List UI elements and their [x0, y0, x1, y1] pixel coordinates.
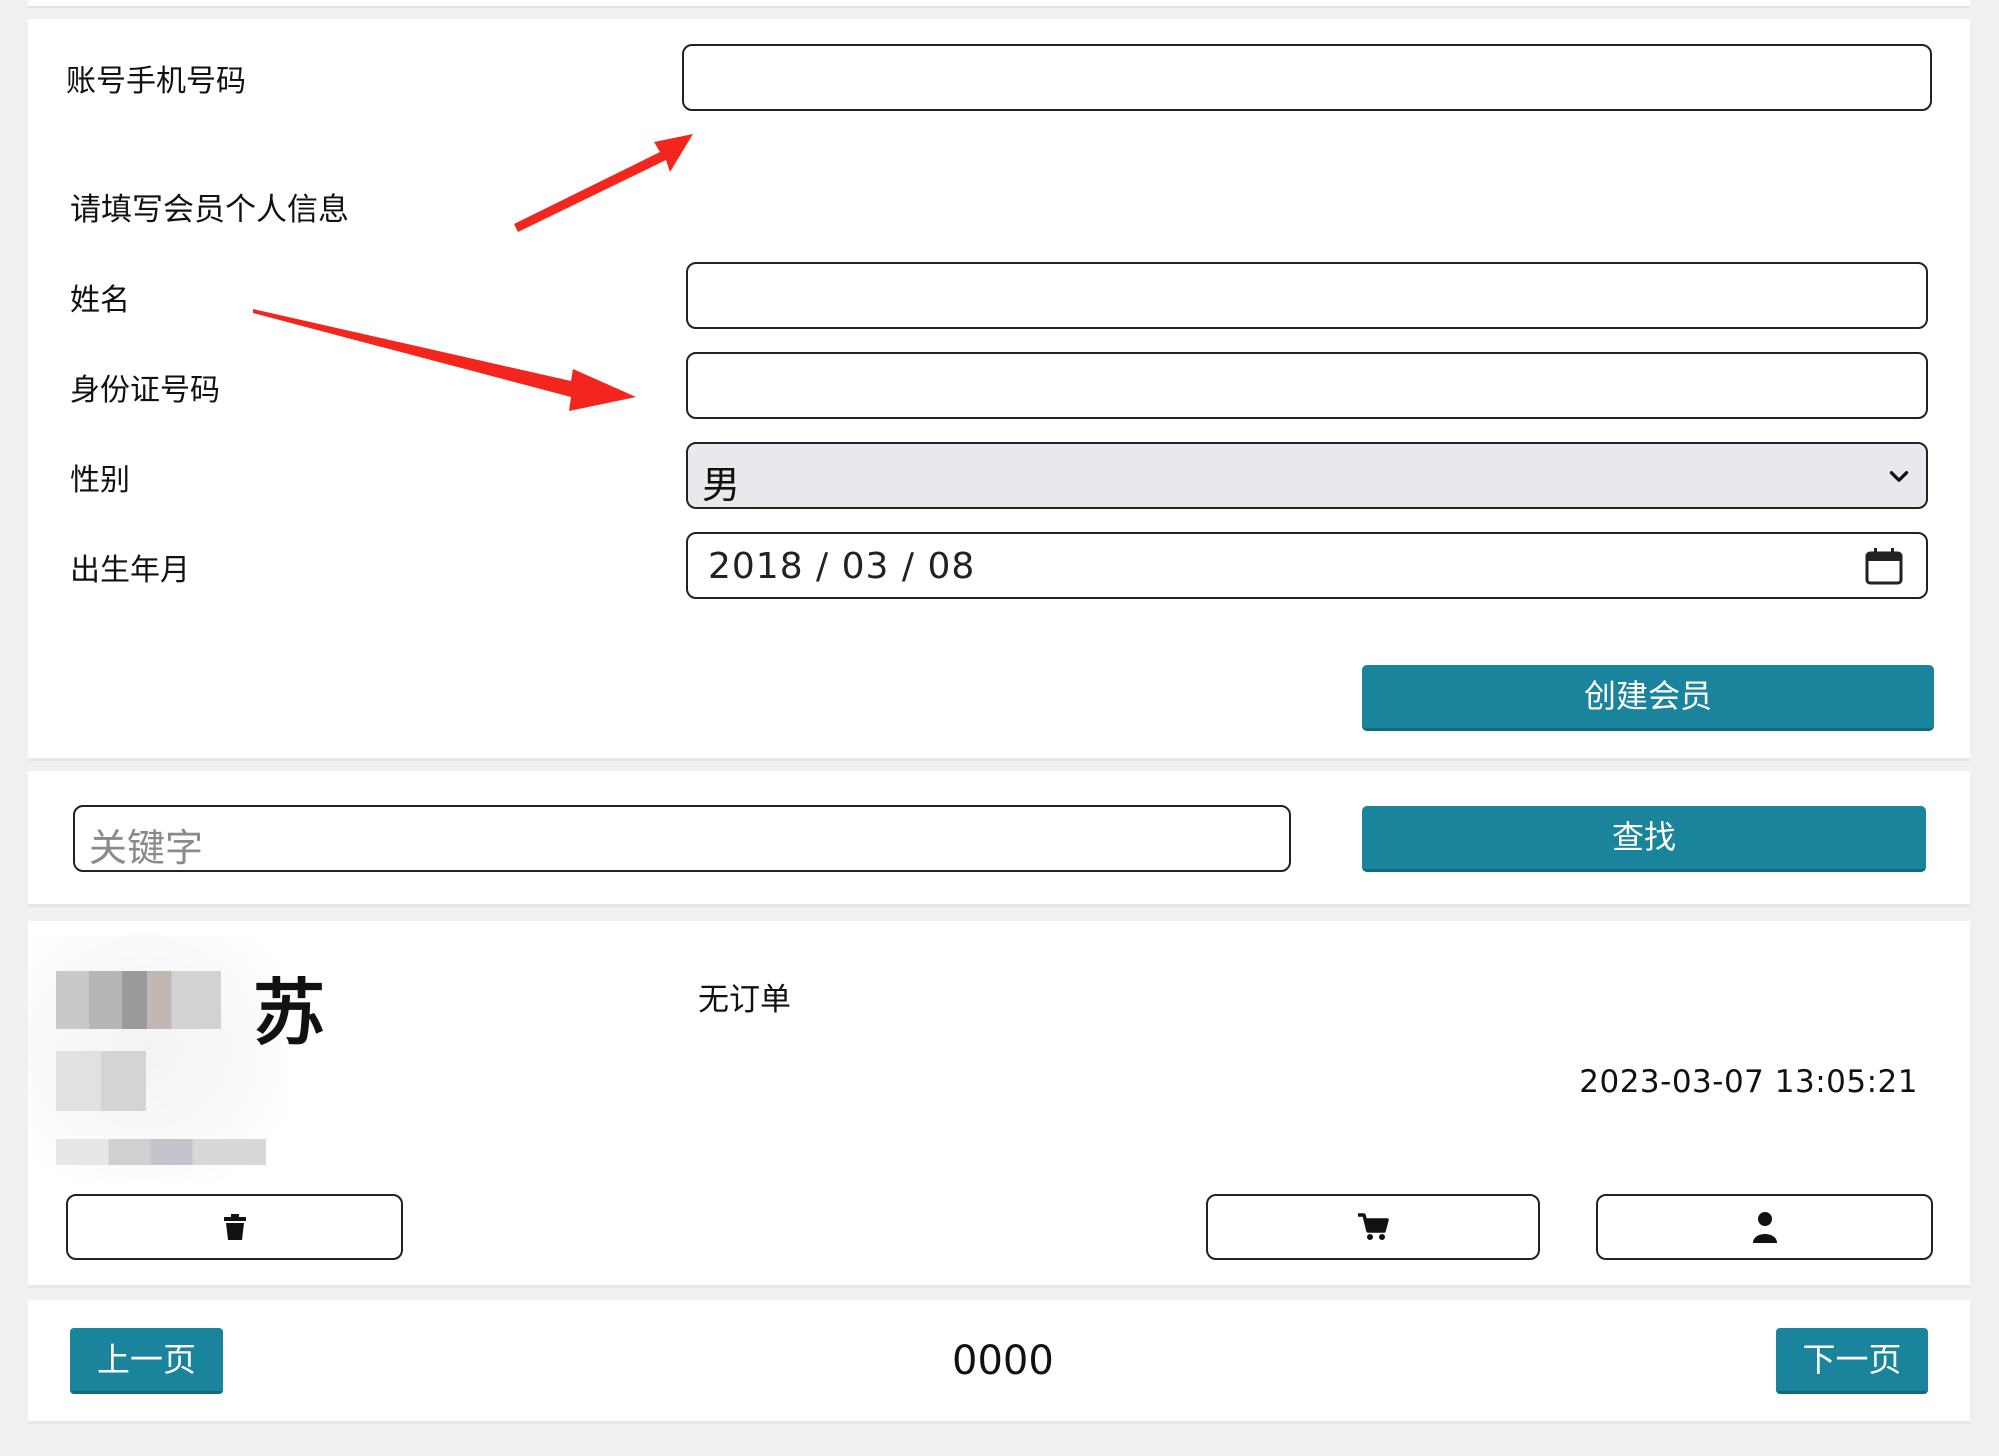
next-page-button[interactable]: 下一页 — [1776, 1328, 1928, 1394]
annotation-arrow-icon — [253, 309, 636, 411]
name-input[interactable] — [686, 262, 1928, 329]
section-title: 请填写会员个人信息 — [70, 192, 349, 228]
delete-member-button[interactable] — [66, 1194, 403, 1260]
gender-selected-value: 男 — [702, 463, 741, 507]
member-orders-button[interactable] — [1206, 1194, 1540, 1260]
account-phone-input[interactable] — [682, 44, 1932, 111]
birth-date-value: 2018 / 03 / 08 — [708, 546, 976, 587]
page-number: 0000 — [952, 1338, 1054, 1384]
gender-select[interactable]: 男 — [686, 442, 1928, 509]
user-icon — [1752, 1212, 1777, 1243]
prev-page-button[interactable]: 上一页 — [70, 1328, 223, 1394]
annotation-arrow-icon — [514, 134, 693, 232]
search-button[interactable]: 查找 — [1362, 806, 1926, 872]
member-card: 苏 无订单 2023-03-07 13:05:21 — [28, 921, 1970, 1288]
redacted-block — [56, 1051, 146, 1111]
birth-date-label: 出生年月 — [70, 553, 190, 588]
birth-date-input[interactable]: 2018 / 03 / 08 — [686, 532, 1928, 599]
search-panel: 关键字 查找 — [28, 771, 1970, 907]
member-timestamp: 2023-03-07 13:05:21 — [1579, 1064, 1918, 1100]
redacted-block — [56, 971, 221, 1029]
create-member-button[interactable]: 创建会员 — [1362, 665, 1934, 731]
create-member-panel: 账号手机号码 请填写会员个人信息 姓名 身份证号码 性别 男 出生年月 2018… — [28, 19, 1970, 761]
trash-icon — [223, 1214, 246, 1240]
keyword-search-input[interactable]: 关键字 — [73, 805, 1291, 872]
order-status: 无订单 — [698, 982, 791, 1018]
redacted-block — [56, 1139, 266, 1165]
name-label: 姓名 — [70, 283, 130, 318]
member-profile-button[interactable] — [1596, 1194, 1933, 1260]
member-name: 苏 — [253, 971, 326, 1055]
calendar-icon[interactable] — [1864, 546, 1904, 586]
top-divider — [28, 0, 1970, 8]
pagination-bar: 上一页 0000 下一页 — [28, 1300, 1970, 1424]
chevron-down-icon — [1889, 471, 1909, 482]
account-phone-label: 账号手机号码 — [66, 64, 246, 99]
cart-icon — [1358, 1213, 1389, 1240]
gender-label: 性别 — [70, 463, 130, 498]
search-placeholder: 关键字 — [89, 826, 204, 870]
id-number-input[interactable] — [686, 352, 1928, 419]
id-number-label: 身份证号码 — [70, 373, 220, 408]
